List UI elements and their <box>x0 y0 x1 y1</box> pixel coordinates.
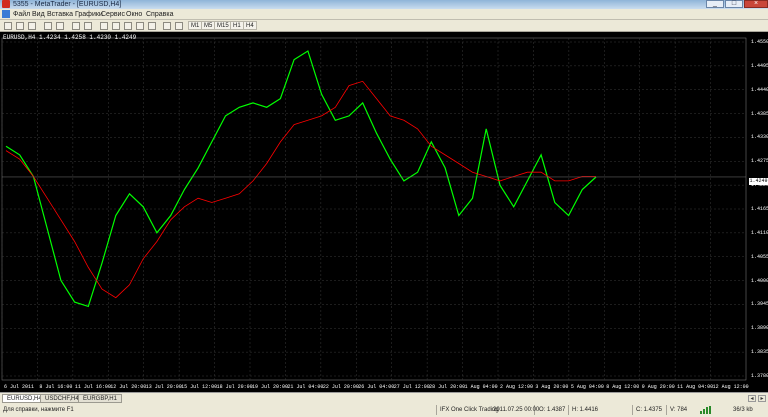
chart-shift-icon[interactable] <box>112 22 120 30</box>
tab-eurgbp-h1[interactable]: EURGBP,H1 <box>78 394 122 403</box>
time-tick-label: 15 Jul 12:00 <box>181 384 218 390</box>
terminal-icon[interactable] <box>56 22 64 30</box>
title-bar: 5355 - MetaTrader - [EURUSD,H4] _ □ × <box>0 0 768 9</box>
time-tick-label: 3 Aug 20:00 <box>535 384 569 390</box>
tab-scroll-right-icon[interactable]: ▸ <box>758 395 766 402</box>
tab-scroll-left-icon[interactable]: ◂ <box>748 395 756 402</box>
price-tick-label: 1.3945 <box>751 301 768 308</box>
status-separator <box>436 405 437 415</box>
connection-bars-icon <box>700 406 711 414</box>
status-high: H: 1.4416 <box>572 407 599 413</box>
new-chart-icon[interactable] <box>4 22 12 30</box>
close-button[interactable]: × <box>744 0 768 8</box>
time-tick-label: 11 Aug 04:00 <box>677 384 714 390</box>
price-tick-label: 1.4055 <box>751 253 768 260</box>
price-chart[interactable]: EURUSD,H4 1.4234 1.4258 1.4230 1.4249 1.… <box>0 32 768 392</box>
symbol-ohlc-label: EURUSD,H4 1.4234 1.4258 1.4230 1.4249 <box>3 34 137 41</box>
price-tick-label: 1.4550 <box>751 39 768 45</box>
save-icon[interactable] <box>28 22 36 30</box>
zoom-out-icon[interactable] <box>84 22 92 30</box>
menu-view[interactable]: Вид <box>32 10 45 19</box>
status-separator <box>666 405 667 415</box>
time-tick-label: 27 Jul 12:00 <box>393 384 430 390</box>
time-tick-label: 9 Aug 20:00 <box>641 384 675 390</box>
price-tick-label: 1.3835 <box>751 349 768 356</box>
open-icon[interactable] <box>16 22 24 30</box>
price-tick-label: 1.4110 <box>751 229 768 236</box>
time-tick-label: 19 Jul 20:00 <box>252 384 289 390</box>
time-tick-label: 18 Jul 20:00 <box>216 384 253 390</box>
chart-canvas[interactable] <box>0 32 768 392</box>
status-open: O: 1.4387 <box>539 407 566 413</box>
toolbar: M1 M5 M15 H1 H4 <box>0 20 768 32</box>
status-separator <box>632 405 633 415</box>
time-tick-label: 8 Aug 12:00 <box>606 384 640 390</box>
price-tick-label: 1.3890 <box>751 325 768 332</box>
status-bar: Для справки, нажмите F1 IFX One Click Tr… <box>0 403 768 417</box>
window-title: 5355 - MetaTrader - [EURUSD,H4] <box>13 1 122 8</box>
menu-window[interactable]: Окно <box>126 10 142 19</box>
time-tick-label: 21 Jul 04:00 <box>287 384 324 390</box>
time-tick-label: 13 Jul 20:00 <box>145 384 182 390</box>
periods-icon[interactable] <box>136 22 144 30</box>
navigator-icon[interactable] <box>44 22 52 30</box>
time-tick-label: 28 Jul 20:00 <box>429 384 466 390</box>
price-tick-label: 1.4220 <box>751 182 768 189</box>
price-tick-label: 1.4275 <box>751 158 768 165</box>
templates-icon[interactable] <box>148 22 156 30</box>
status-help-text: Для справки, нажмите F1 <box>3 407 74 413</box>
status-close: C: 1.4375 <box>636 407 663 413</box>
app-icon <box>2 0 10 8</box>
indicators-icon[interactable] <box>124 22 132 30</box>
time-tick-label: 11 Jul 16:00 <box>74 384 111 390</box>
price-tick-label: 1.4495 <box>751 62 768 69</box>
menu-insert[interactable]: Вставка <box>47 10 73 19</box>
time-tick-label: 8 Jul 16:00 <box>39 384 73 390</box>
status-volume: V: 784 <box>670 407 688 413</box>
crosshair-icon[interactable] <box>163 22 171 30</box>
status-datetime: 2011.07.25 00:00 <box>493 407 540 413</box>
time-tick-label: 22 Jul 20:00 <box>322 384 359 390</box>
price-tick-label: 1.3780 <box>751 373 768 379</box>
menu-bar: Файл Вид Вставка Графики Сервис Окно Спр… <box>0 9 768 20</box>
time-tick-label: 12 Aug 12:00 <box>712 384 749 390</box>
menu-file[interactable]: Файл <box>13 10 30 19</box>
autoscroll-icon[interactable] <box>100 22 108 30</box>
timeframe-h1-button[interactable]: H1 <box>230 21 244 30</box>
chart-window-icon <box>2 10 10 18</box>
menu-help[interactable]: Справка <box>146 10 173 19</box>
minimize-button[interactable]: _ <box>706 0 724 8</box>
menu-charts[interactable]: Графики <box>75 10 103 19</box>
time-tick-label: 6 Jul 2011 <box>4 384 35 390</box>
maximize-button[interactable]: □ <box>725 0 743 8</box>
price-tick-label: 1.4165 <box>751 206 768 212</box>
time-tick-label: 26 Jul 04:00 <box>358 384 395 390</box>
chart-tabs: EURUSD,H4 USDCHF,H4 EURGBP,H1 ◂ ▸ <box>0 392 768 403</box>
time-tick-label: 1 Aug 04:00 <box>464 384 498 390</box>
status-traffic: 36/3 kb <box>733 407 753 413</box>
price-tick-label: 1.4330 <box>751 134 768 141</box>
timeframe-h4-button[interactable]: H4 <box>243 21 257 30</box>
status-profile: IFX One Click Trading <box>440 407 499 413</box>
price-tick-label: 1.4000 <box>751 277 768 284</box>
menu-tools[interactable]: Сервис <box>101 10 125 19</box>
status-separator <box>568 405 569 415</box>
price-tick-label: 1.4385 <box>751 110 768 117</box>
price-tick-label: 1.4440 <box>751 86 768 93</box>
time-tick-label: 12 Jul 20:00 <box>110 384 147 390</box>
zoom-in-icon[interactable] <box>72 22 80 30</box>
time-tick-label: 5 Aug 04:00 <box>570 384 604 390</box>
line-tool-icon[interactable] <box>175 22 183 30</box>
time-tick-label: 2 Aug 12:00 <box>500 384 534 390</box>
